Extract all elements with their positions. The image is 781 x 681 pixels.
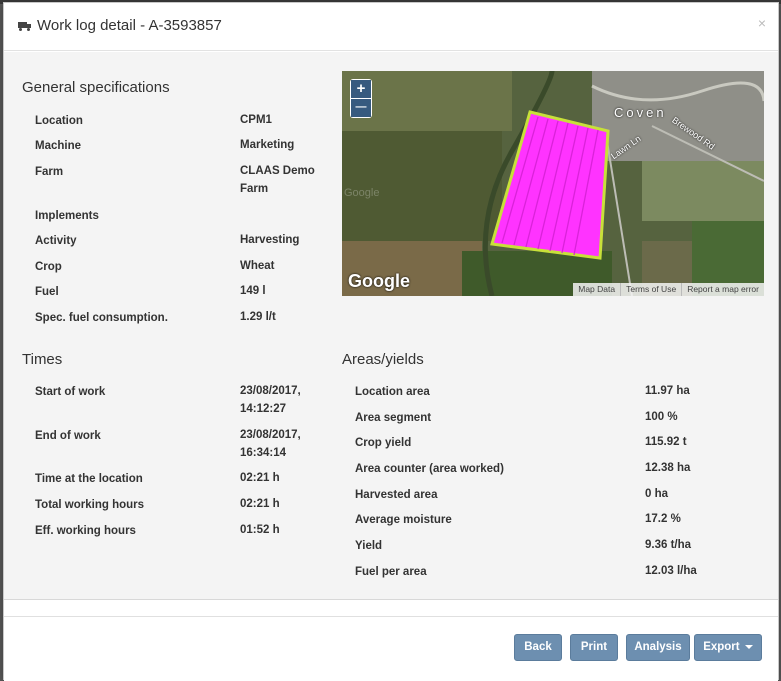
satellite-map-image [342,71,764,296]
export-button[interactable]: Export [694,634,762,661]
spec-value-activity: Harvesting [240,234,300,246]
time-label-end: End of work [35,430,101,442]
area-value-location: 11.97 ha [645,385,690,397]
spec-label-fuel: Fuel [35,286,59,298]
zoom-out-button[interactable]: — [351,99,371,117]
time-label-total: Total working hours [35,499,145,511]
google-logo: Google [348,271,410,291]
time-value-location: 02:21 h [240,472,280,484]
spec-label-activity: Activity [35,235,77,247]
modal-title-text: Work log detail - A-3593857 [37,17,222,34]
area-value-counter: 12.38 ha [645,462,691,474]
map-footer: Map Data Terms of Use Report a map error [573,283,764,296]
spec-label-fuel-consumption: Spec. fuel consumption. [35,312,168,324]
map-data-link[interactable]: Map Data [573,283,620,296]
modal-footer: Back Print Analysis Export [4,616,778,681]
time-label-location: Time at the location [35,473,143,485]
spec-value-fuel-consumption: 1.29 l/t [240,311,276,323]
area-label-fuel-per-area: Fuel per area [355,566,427,578]
body-divider [4,599,778,600]
area-label-counter: Area counter (area worked) [355,463,504,475]
map-watermark: Google [344,187,380,199]
spec-label-crop: Crop [35,261,62,273]
caret-down-icon [744,644,753,649]
area-value-segment: 100 % [645,411,678,423]
area-value-fuel-per-area: 12.03 l/ha [645,565,697,577]
analysis-button[interactable]: Analysis [626,634,690,661]
map-place-label: Coven [614,105,667,120]
terms-of-use-link[interactable]: Terms of Use [620,283,681,296]
zoom-in-button[interactable]: + [351,80,371,98]
areas-yields-title: Areas/yields [342,351,424,368]
times-title: Times [22,351,63,368]
time-value-start: 23/08/2017, 14:12:27 [240,385,301,415]
truck-icon [18,20,32,32]
time-value-effective: 01:52 h [240,524,280,536]
back-button[interactable]: Back [514,634,562,661]
area-label-location: Location area [355,386,430,398]
spec-label-farm: Farm [35,166,64,178]
time-value-end: 23/08/2017, 16:34:14 [240,429,301,459]
modal-body: General specifications Location CPM1 Mac… [4,52,778,599]
area-label-moisture: Average moisture [355,514,452,526]
spec-value-fuel: 149 l [240,285,266,297]
spec-label-location: Location [35,115,83,127]
area-value-moisture: 17.2 % [645,513,681,525]
area-value-harvested: 0 ha [645,488,669,500]
time-label-effective: Eff. working hours [35,525,136,537]
area-label-segment: Area segment [355,412,432,424]
close-icon[interactable]: × [758,15,766,31]
spec-value-machine: Marketing [240,139,295,151]
work-log-modal: Work log detail - A-3593857 × General sp… [3,2,779,681]
spec-label-implements: Implements [35,210,99,222]
time-label-start: Start of work [35,386,106,398]
time-value-total: 02:21 h [240,498,280,510]
map-zoom-controls: + — [350,79,372,118]
area-label-yield: Yield [355,540,383,552]
area-value-yield: 9.36 t/ha [645,539,692,551]
general-specifications-title: General specifications [22,79,170,96]
modal-header: Work log detail - A-3593857 × [4,3,778,51]
spec-value-location: CPM1 [240,114,272,126]
export-button-label: Export [703,641,740,653]
field-map[interactable]: + — Coven Brewood Rd Lawn Ln Google Goog… [342,71,764,296]
modal-title: Work log detail - A-3593857 [18,17,222,34]
area-value-crop-yield: 115.92 t [645,436,687,448]
area-label-crop-yield: Crop yield [355,437,412,449]
print-button[interactable]: Print [570,634,618,661]
spec-label-machine: Machine [35,140,82,152]
area-label-harvested: Harvested area [355,489,438,501]
report-map-error-link[interactable]: Report a map error [681,283,764,296]
spec-value-farm: CLAAS Demo Farm [240,165,315,195]
spec-value-crop: Wheat [240,260,275,272]
